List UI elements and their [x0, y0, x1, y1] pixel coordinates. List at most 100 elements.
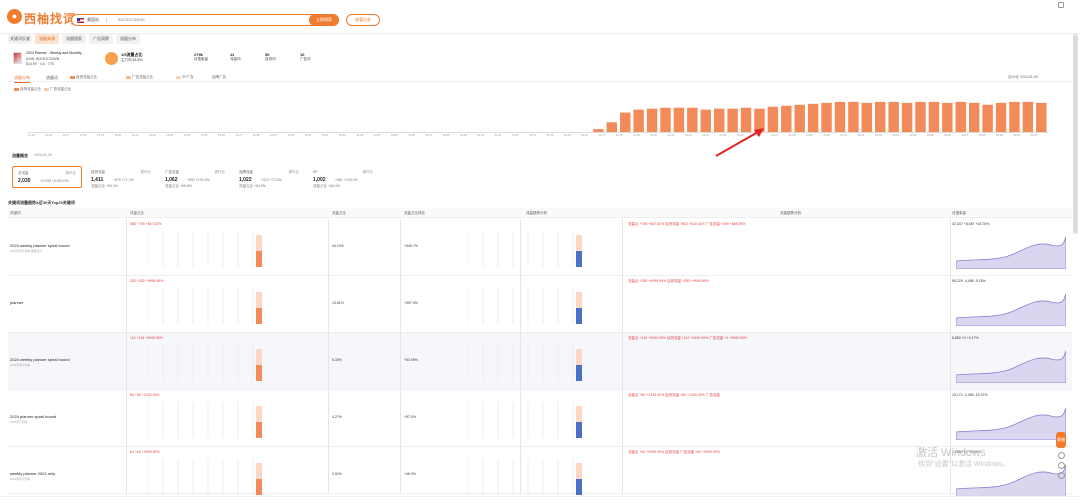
logo-icon[interactable]: ● [7, 9, 22, 24]
card-share: 流量占比 +69.3% [91, 184, 118, 188]
card-label: 广告流量 [165, 170, 179, 174]
subtab-words[interactable]: 流量词 [46, 73, 58, 82]
traffic-change: +53.99% [404, 358, 418, 362]
col-pct[interactable]: 流量占比 [332, 211, 346, 216]
col-traffic[interactable]: 流量占比 [130, 211, 144, 216]
chart-bar[interactable] [700, 109, 711, 132]
history-button[interactable]: 查看历史 [346, 14, 380, 26]
chart-bar[interactable] [915, 101, 926, 132]
chart-legend-ads[interactable]: 广告流量占比 [44, 87, 71, 92]
chart-bar[interactable] [1009, 101, 1020, 132]
chart-date[interactable]: 近30天 2024-01-09 [1008, 75, 1038, 80]
tab-traffic-source[interactable]: 流量来源 [35, 34, 59, 44]
summary-card[interactable]: 品牌流量 周环比 1,022 +512 +72.0% 流量占比 +64.8% [234, 166, 304, 188]
chart-bar[interactable] [928, 101, 940, 132]
col-volume[interactable]: 月搜索量 [952, 211, 966, 216]
tab-traffic-search[interactable]: 流量搜索 [62, 34, 86, 44]
column-divider [520, 333, 521, 389]
legend-brand[interactable]: 品牌广告 [212, 75, 226, 80]
traffic-mini-chart [148, 402, 262, 438]
summary-card[interactable]: 广告流量 周环比 1,062 +592 +100.3% 流量占比 +66.8% [160, 166, 230, 188]
chart-bar[interactable] [687, 107, 698, 132]
summary-card[interactable]: 自然流量 周环比 1,411 +875 +71.3% 流量占比 +69.3% [86, 166, 156, 188]
table-row[interactable]: 2024 weekly planner spiral bound 2024年周计划… [8, 333, 1072, 390]
chart-bar[interactable] [794, 104, 805, 132]
header: ● 西柚找词 美国站 B0CR2C53MN 立即搜索 查看历史 [0, 0, 1080, 34]
legend-ads[interactable]: 广告流量占比 [126, 75, 153, 80]
chart-bar[interactable] [1022, 101, 1034, 132]
subtab-distribution[interactable]: 流量分布 [14, 73, 30, 83]
summary-card[interactable]: 总流量 周环比 2,035 +2,035 +6,000.0% [12, 166, 82, 188]
chart-bar[interactable] [660, 107, 671, 132]
top-icon[interactable] [1058, 472, 1065, 479]
chart-bar[interactable] [955, 101, 966, 132]
chart-bar[interactable] [848, 101, 859, 132]
traffic-change: +57.0% [404, 415, 416, 419]
chart-bar[interactable] [901, 102, 913, 132]
chart-bar[interactable] [861, 102, 873, 132]
col-trend[interactable]: 流量趋势分析 [526, 211, 547, 216]
menu-icon[interactable] [1058, 2, 1064, 8]
chart-bar[interactable] [821, 102, 832, 132]
chart-bar[interactable] [633, 109, 644, 132]
chart-bar[interactable] [875, 101, 886, 132]
keyword-text[interactable]: planner [10, 300, 23, 305]
chart-bar[interactable] [620, 112, 631, 132]
chart-bar[interactable] [606, 122, 618, 132]
table-row[interactable]: weekly planner 2024 only 2024年周计划本 62 +62 … [8, 447, 1072, 497]
chart-tick-label: 01-27 [771, 134, 779, 137]
chart-bar[interactable] [807, 103, 819, 132]
support-button[interactable]: 客服 [1056, 432, 1066, 448]
chart-tick-label: 01-18 [615, 134, 623, 137]
chart-tick-label: 01-29 [805, 134, 813, 137]
scrollbar[interactable] [1073, 34, 1078, 234]
legend-natural[interactable]: 自然流量占比 [70, 75, 97, 80]
table-row[interactable]: 2024 weekly planner spiral bound 2024年周计划… [8, 219, 1072, 276]
summary-card[interactable]: SP 周环比 1,002 +681 +193.0% 流量占比 +66.4% [308, 166, 378, 188]
chart-bar[interactable] [767, 106, 779, 132]
chart-tick-label: 12-20 [114, 134, 122, 137]
chart-legend-natural[interactable]: 自然流量占比 [14, 87, 41, 92]
col-trend-analysis[interactable]: 流量趋势分析 [780, 211, 801, 216]
chart-bar[interactable] [982, 104, 993, 132]
tab-ads[interactable]: 广告洞察 [89, 34, 113, 44]
chart-tick-label: 12-22 [149, 134, 156, 137]
col-keyword[interactable]: 关键词 [10, 211, 21, 216]
search-input[interactable]: B0CR2C53MN [118, 17, 144, 22]
product-title[interactable]: 2024 Planner - Weekly and Monthly... [26, 51, 84, 55]
tab-distribution[interactable]: 流量分布 [116, 34, 140, 44]
chart-bar[interactable] [942, 102, 953, 132]
logo-text[interactable]: 西柚找词 [24, 10, 76, 27]
card-share: 流量占比 +64.8% [239, 184, 266, 188]
bottom-bar [0, 496, 1080, 503]
card-share: 流量占比 +66.4% [313, 184, 340, 188]
chart-bar[interactable] [1036, 102, 1047, 132]
chart-bar[interactable] [673, 107, 685, 132]
chart-tick-label: 02-09 [996, 134, 1003, 137]
keyword-text[interactable]: 2024 weekly planner spiral bound [10, 357, 70, 362]
table-row[interactable]: planner 282 +282 +9999.99% 13.61% +357.0% 流量… [8, 276, 1072, 333]
gear-icon[interactable] [1058, 462, 1065, 469]
chart-bar[interactable] [888, 101, 899, 132]
tab-reverse[interactable]: 关键词反查 [8, 34, 32, 44]
search-button[interactable]: 立即搜索 [309, 14, 339, 26]
chart-tick-label: 02-01 [857, 134, 865, 137]
chart-bar[interactable] [834, 101, 846, 132]
chart-bar[interactable] [968, 102, 980, 132]
column-divider [622, 219, 623, 275]
product-thumbnail[interactable] [13, 52, 22, 64]
summary-date[interactable]: 2024-01-09 [34, 153, 52, 157]
chart-bar[interactable] [995, 102, 1007, 132]
chart-bar[interactable] [781, 105, 792, 132]
keyword-text[interactable]: 2024 weekly planner spiral bound [10, 243, 70, 248]
market-select[interactable]: 美国站 [87, 17, 99, 23]
chart-bar[interactable] [646, 108, 658, 132]
chart-tick-label: 01-10 [477, 134, 485, 137]
col-rank[interactable]: 流量占比排名 [404, 211, 425, 216]
table-row[interactable]: 2024 planner spiral bound 2024年计划本 86 +80 … [8, 390, 1072, 447]
keyword-text[interactable]: 2024 planner spiral bound [10, 414, 56, 419]
legend-sp[interactable]: SP广告 [176, 75, 194, 80]
keyword-text[interactable]: weekly planner 2024 only [10, 471, 55, 476]
message-icon[interactable] [1058, 452, 1065, 459]
search-bar[interactable]: 美国站 B0CR2C53MN 立即搜索 [71, 14, 339, 26]
